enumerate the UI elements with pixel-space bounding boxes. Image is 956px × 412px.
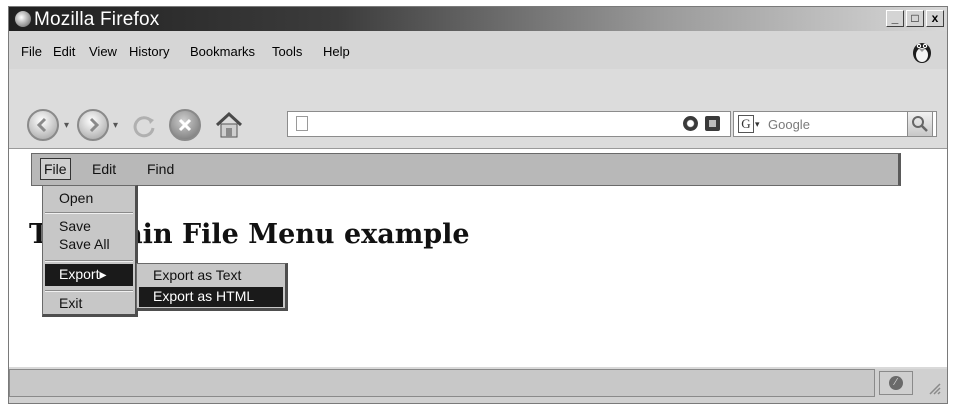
page-menu-edit[interactable]: Edit bbox=[92, 161, 116, 177]
menu-item-exit[interactable]: Exit bbox=[59, 295, 82, 311]
page-menu-file[interactable]: File bbox=[40, 158, 71, 180]
menu-item-save-all[interactable]: Save All bbox=[59, 236, 110, 252]
menu-bookmarks[interactable]: Bookmarks bbox=[190, 44, 255, 59]
menu-item-save[interactable]: Save bbox=[59, 218, 91, 234]
go-icon[interactable] bbox=[683, 116, 698, 131]
search-icon[interactable] bbox=[907, 111, 933, 137]
menu-item-export-html[interactable]: Export as HTML bbox=[139, 287, 283, 307]
engine-dropdown-icon[interactable]: ▾ bbox=[755, 119, 760, 130]
back-icon[interactable] bbox=[27, 109, 59, 141]
window-controls: _ □ x bbox=[886, 10, 944, 27]
menu-item-open[interactable]: Open bbox=[59, 190, 93, 206]
file-dropdown-menu: Open Save Save All Export▸ Exit bbox=[42, 185, 138, 317]
menu-bar: File Edit View History Bookmarks Tools H… bbox=[9, 31, 947, 69]
throbber-icon bbox=[913, 43, 931, 63]
minimize-button[interactable]: _ bbox=[886, 10, 904, 27]
title-bar: Mozilla Firefox _ □ x bbox=[9, 7, 947, 31]
home-icon[interactable] bbox=[213, 109, 245, 141]
maximize-button[interactable]: □ bbox=[906, 10, 924, 27]
search-placeholder: Google bbox=[768, 117, 810, 132]
status-text-panel bbox=[9, 369, 875, 397]
menu-separator bbox=[45, 290, 133, 292]
menu-file[interactable]: File bbox=[21, 44, 42, 59]
submenu-arrow-icon: ▸ bbox=[99, 266, 107, 282]
page-content: File Edit Find The Main File Menu exampl… bbox=[9, 149, 947, 367]
firefox-icon bbox=[14, 10, 32, 28]
forward-dropdown-icon[interactable]: ▾ bbox=[113, 120, 118, 131]
search-engine-icon[interactable]: G bbox=[738, 115, 754, 133]
menu-tools[interactable]: Tools bbox=[272, 44, 302, 59]
export-submenu: Export as Text Export as HTML bbox=[136, 263, 288, 311]
resize-grip-icon[interactable] bbox=[925, 379, 941, 395]
stop-icon[interactable] bbox=[169, 109, 201, 141]
page-icon bbox=[296, 116, 308, 131]
rss-icon[interactable] bbox=[705, 116, 720, 131]
back-dropdown-icon[interactable]: ▾ bbox=[64, 120, 69, 131]
menu-history[interactable]: History bbox=[129, 44, 169, 59]
navigation-toolbar: ▾ ▾ G ▾ Google bbox=[9, 69, 947, 149]
block-icon[interactable]: ⁄ bbox=[889, 376, 903, 390]
page-menu-bar: File Edit Find bbox=[31, 153, 901, 186]
menu-separator bbox=[45, 212, 133, 214]
menu-item-export[interactable]: Export▸ bbox=[45, 264, 133, 286]
close-button[interactable]: x bbox=[926, 10, 944, 27]
menu-edit[interactable]: Edit bbox=[53, 44, 75, 59]
menu-view[interactable]: View bbox=[89, 44, 117, 59]
url-input[interactable] bbox=[287, 111, 731, 137]
page-menu-find[interactable]: Find bbox=[147, 161, 174, 177]
reload-icon[interactable] bbox=[129, 111, 159, 141]
menu-item-export-text[interactable]: Export as Text bbox=[153, 267, 241, 283]
status-bar: ⁄ bbox=[9, 369, 947, 403]
browser-window: Mozilla Firefox _ □ x File Edit View His… bbox=[8, 6, 948, 404]
menu-help[interactable]: Help bbox=[323, 44, 350, 59]
status-icon-panel: ⁄ bbox=[879, 371, 913, 395]
window-title: Mozilla Firefox bbox=[34, 9, 160, 30]
menu-item-export-label: Export bbox=[59, 266, 100, 282]
menu-separator bbox=[45, 260, 133, 262]
forward-icon[interactable] bbox=[77, 109, 109, 141]
